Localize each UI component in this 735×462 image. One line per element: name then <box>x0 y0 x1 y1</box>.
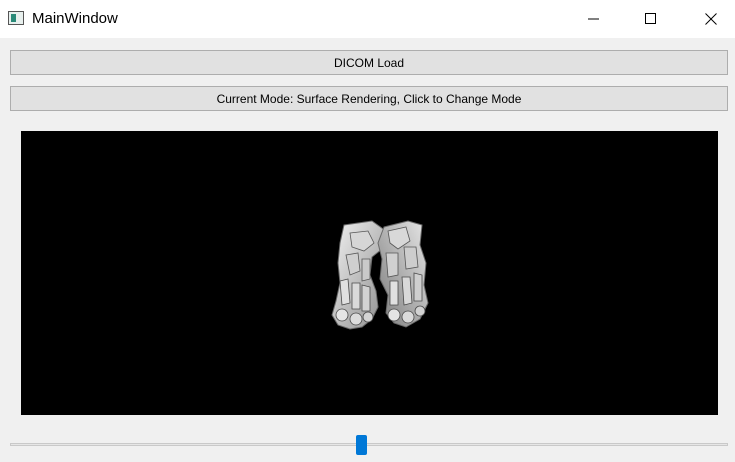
render-viewport[interactable] <box>21 131 718 415</box>
minimize-button[interactable] <box>571 0 617 38</box>
title-bar[interactable]: MainWindow <box>0 0 735 38</box>
feet-bones-render <box>331 220 429 330</box>
slider-groove <box>10 443 728 446</box>
left-foot-bones <box>331 220 387 330</box>
maximize-icon <box>645 13 656 24</box>
maximize-button[interactable] <box>628 0 674 38</box>
close-button[interactable] <box>688 0 734 38</box>
dicom-load-button[interactable]: DICOM Load <box>10 50 728 75</box>
change-mode-button[interactable]: Current Mode: Surface Rendering, Click t… <box>10 86 728 111</box>
right-foot-bones <box>377 220 429 328</box>
slider-handle[interactable] <box>356 435 367 455</box>
app-window-icon <box>8 11 24 25</box>
close-icon <box>705 13 717 25</box>
window-title: MainWindow <box>32 10 118 27</box>
minimize-icon <box>588 18 599 20</box>
main-window: MainWindow DICOM Load Current Mode: Surf… <box>0 0 735 462</box>
slice-slider[interactable] <box>10 433 728 457</box>
